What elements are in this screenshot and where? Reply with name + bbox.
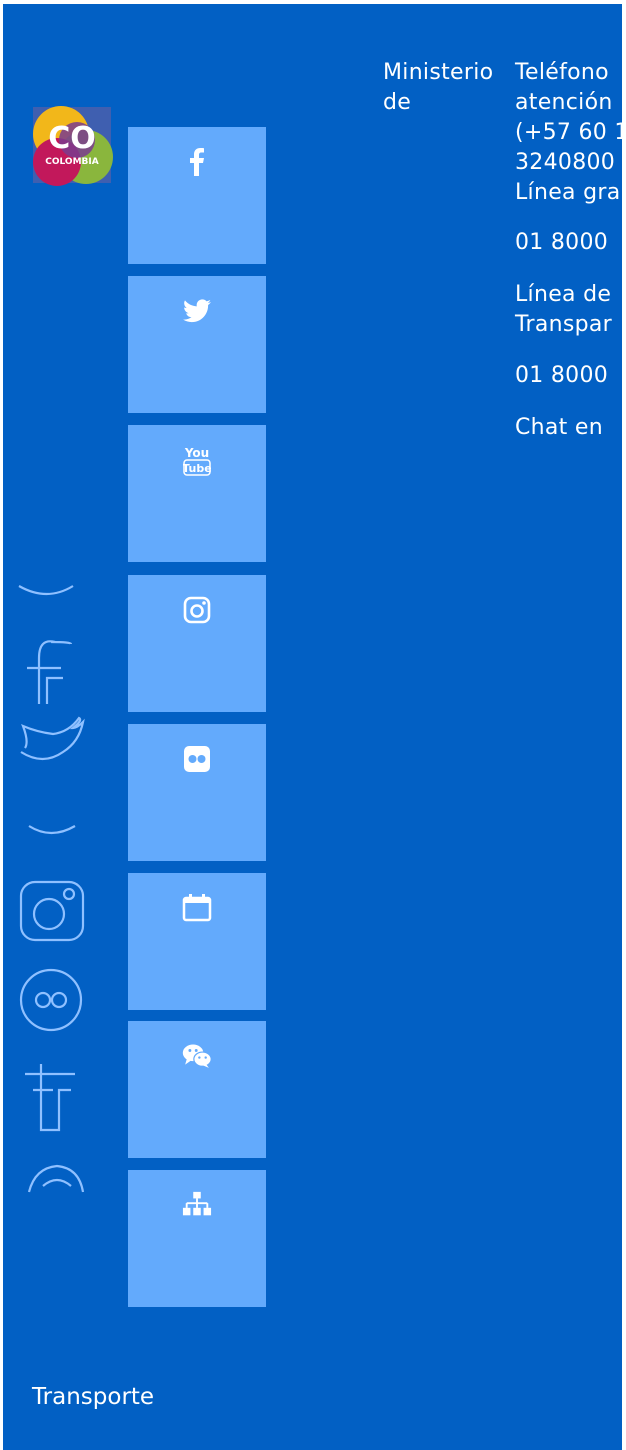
ghost-smile-icon <box>28 825 76 835</box>
twitter-link[interactable] <box>128 276 266 413</box>
ministry-name-line-2: de <box>383 90 412 115</box>
logo-subtext: COLOMBIA <box>45 157 98 167</box>
youtube-link[interactable]: You Tube <box>128 425 266 562</box>
transparency-label-line-1: Línea de <box>515 282 612 307</box>
phone-label-line-2: atención <box>515 90 613 115</box>
calendar-icon <box>182 893 212 923</box>
calendar-link[interactable] <box>128 873 266 1010</box>
ghost-smile2-icon <box>27 1164 85 1193</box>
phone-number-line-1: (+57 60 1 <box>515 120 624 145</box>
ghost-arc-icon <box>18 585 74 596</box>
facebook-icon <box>182 147 212 177</box>
phone-number-line-2: 3240800 <box>515 150 616 175</box>
transparency-label-line-2: Transpar <box>515 312 613 337</box>
page-edge <box>622 0 626 1450</box>
svg-text:Tube: Tube <box>183 462 211 475</box>
ghost-twitter-icon <box>20 716 85 761</box>
free-line-number[interactable]: 01 8000 <box>515 228 608 258</box>
footer-panel: CO COLOMBIA You Tube Ministerio de Teléf… <box>3 4 624 1450</box>
flickr-icon <box>182 744 212 774</box>
ghost-tumblr-icon <box>25 1064 75 1132</box>
ghost-facebook-icon <box>27 640 73 704</box>
facebook-link[interactable] <box>128 127 266 264</box>
ghost-social-icons <box>18 585 85 1193</box>
twitter-icon <box>182 296 212 326</box>
logo-text: CO <box>48 121 96 156</box>
sitemap-link[interactable] <box>128 1170 266 1307</box>
instagram-link[interactable] <box>128 575 266 712</box>
colombia-logo[interactable]: CO COLOMBIA <box>31 104 113 186</box>
ministry-name-line-3: Transporte <box>32 1384 155 1410</box>
free-line-label: Línea gra <box>515 180 621 205</box>
ministry-name-line-1: Ministerio <box>383 60 494 85</box>
transparency-number[interactable]: 01 8000 <box>515 361 608 391</box>
flickr-link[interactable] <box>128 724 266 861</box>
svg-text:You: You <box>184 446 209 460</box>
wechat-icon <box>182 1041 212 1071</box>
sitemap-icon <box>182 1190 212 1220</box>
youtube-icon: You Tube <box>182 445 212 476</box>
wechat-link[interactable] <box>128 1021 266 1158</box>
phone-label-line-1: Teléfono <box>515 60 609 85</box>
instagram-icon <box>182 595 212 625</box>
chat-link[interactable]: Chat en <box>515 413 603 443</box>
